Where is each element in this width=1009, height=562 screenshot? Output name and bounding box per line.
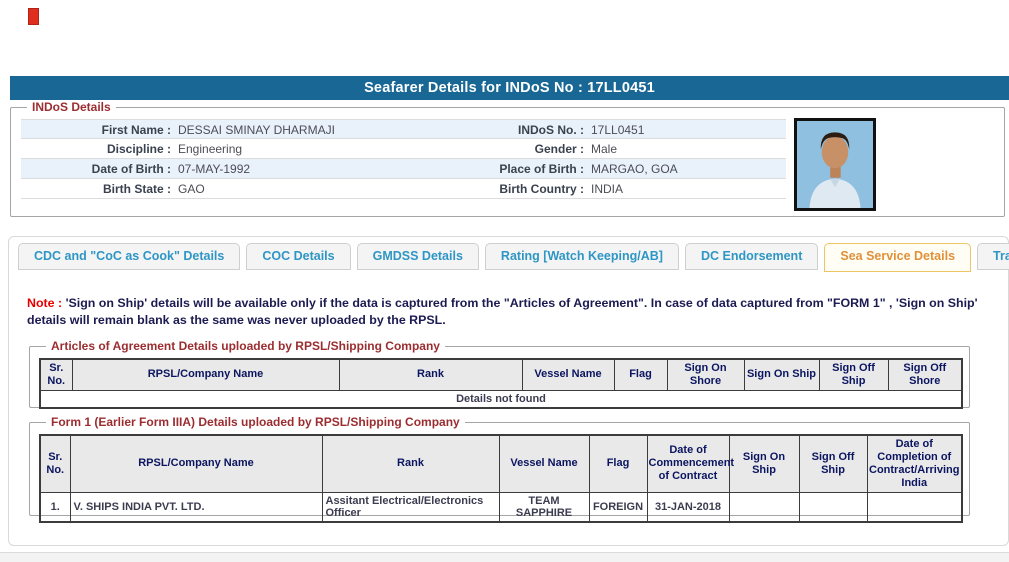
indos-row-birth: Date of Birth : 07-MAY-1992 Place of Bir… [21, 159, 786, 179]
cell-rank: Assitant Electrical/Electronics Officer [321, 491, 500, 523]
col-vessel-name: Vessel Name [498, 434, 590, 493]
dob-label: Date of Birth : [91, 162, 171, 176]
col-date-completion: Date of Completion of Contract/Arriving … [866, 434, 963, 493]
birth-country-label: Birth Country : [499, 182, 584, 196]
tab-cdc-coc-cook[interactable]: CDC and "CoC as Cook" Details [18, 243, 241, 270]
col-sign-on-shore: Sign On Shore [666, 358, 745, 391]
col-rank: Rank [338, 358, 523, 391]
form1-data-row: 1. V. SHIPS INDIA PVT. LTD. Assitant Ele… [39, 491, 963, 523]
indos-details-legend: INDoS Details [27, 100, 116, 114]
indos-details-fieldset: INDoS Details First Name : DESSAI SMINAY… [10, 100, 1005, 217]
tab-dc-endorsement[interactable]: DC Endorsement [684, 243, 819, 270]
col-sr-no: Sr. No. [39, 434, 71, 493]
cell-sr-no: 1. [39, 491, 71, 523]
note-body: 'Sign on Ship' details will be available… [27, 296, 978, 327]
cell-flag: FOREIGN [588, 491, 648, 523]
gender-label: Gender : [534, 142, 584, 156]
cell-vessel: TEAM SAPPHIRE [498, 491, 590, 523]
cell-sign-on-ship [728, 491, 800, 523]
first-name-label: First Name : [101, 123, 171, 137]
pob-label: Place of Birth : [499, 162, 584, 176]
indos-row-state: Birth State : GAO Birth Country : INDIA [21, 179, 786, 199]
dob-value: 07-MAY-1992 [178, 162, 251, 176]
cell-company: V. SHIPS INDIA PVT. LTD. [69, 491, 323, 523]
indos-no-value: 17LL0451 [591, 123, 645, 137]
col-date-commencement: Date of Commencement of Contract [646, 434, 734, 493]
col-sign-off-ship: Sign Off Ship [798, 434, 868, 493]
indos-no-label: INDoS No. : [518, 123, 584, 137]
col-rank: Rank [321, 434, 500, 493]
seafarer-photo [794, 118, 876, 211]
col-flag: Flag [613, 358, 668, 391]
articles-header-row: Sr. No. RPSL/Company Name Rank Vessel Na… [39, 358, 963, 391]
tab-rating-watch-keeping[interactable]: Rating [Watch Keeping/AB] [484, 243, 679, 270]
broken-image-icon [28, 8, 39, 25]
form1-header-row: Sr. No. RPSL/Company Name Rank Vessel Na… [39, 434, 963, 493]
col-sign-on-ship: Sign On Ship [728, 434, 800, 493]
cell-sign-off-ship [798, 491, 868, 523]
tab-bar: CDC and "CoC as Cook" Details COC Detail… [18, 243, 1009, 272]
col-sign-off-shore: Sign Off Shore [887, 358, 963, 391]
tab-training-details[interactable]: Training Details [977, 243, 1009, 270]
col-rpsl-company: RPSL/Company Name [69, 434, 323, 493]
articles-empty-row: Details not found [39, 389, 963, 409]
tab-panel: CDC and "CoC as Cook" Details COC Detail… [8, 236, 1009, 546]
discipline-label: Discipline : [106, 142, 171, 156]
tab-gmdss-details[interactable]: GMDSS Details [356, 243, 479, 270]
birth-state-value: GAO [178, 182, 205, 196]
col-sign-off-ship: Sign Off Ship [818, 358, 889, 391]
col-sr-no: Sr. No. [39, 358, 73, 391]
pob-value: MARGAO, GOA [591, 162, 678, 176]
articles-legend: Articles of Agreement Details uploaded b… [46, 339, 445, 353]
note-prefix: Note : [27, 296, 63, 310]
indos-row-discipline: Discipline : Engineering Gender : Male [21, 139, 786, 159]
articles-of-agreement-fieldset: Articles of Agreement Details uploaded b… [29, 339, 970, 409]
col-sign-on-ship: Sign On Ship [743, 358, 820, 391]
gender-value: Male [591, 142, 618, 156]
form1-fieldset: Form 1 (Earlier Form IIIA) Details uploa… [29, 415, 970, 523]
sign-on-ship-note: Note : 'Sign on Ship' details will be av… [27, 295, 985, 328]
tab-coc-details[interactable]: COC Details [246, 243, 351, 270]
discipline-value: Engineering [178, 142, 243, 156]
form1-table: Sr. No. RPSL/Company Name Rank Vessel Na… [39, 434, 963, 523]
first-name-value: DESSAI SMINAY DHARMAJI [178, 123, 335, 137]
birth-state-label: Birth State : [102, 182, 171, 196]
page-title: Seafarer Details for INDoS No : 17LL0451 [10, 76, 1009, 100]
details-not-found-message: Details not found [39, 389, 963, 409]
footer-strip [0, 552, 1009, 562]
birth-country-value: INDIA [591, 182, 624, 196]
indos-row-name: First Name : DESSAI SMINAY DHARMAJI INDo… [21, 119, 786, 139]
col-rpsl-company: RPSL/Company Name [71, 358, 340, 391]
cell-date-completion [866, 491, 963, 523]
form1-legend: Form 1 (Earlier Form IIIA) Details uploa… [46, 415, 465, 429]
col-flag: Flag [588, 434, 648, 493]
tab-sea-service-details[interactable]: Sea Service Details [824, 243, 972, 272]
col-vessel-name: Vessel Name [521, 358, 615, 391]
indos-field-rows: First Name : DESSAI SMINAY DHARMAJI INDo… [21, 119, 786, 199]
cell-date-commencement: 31-JAN-2018 [646, 491, 730, 523]
articles-table: Sr. No. RPSL/Company Name Rank Vessel Na… [39, 358, 963, 409]
